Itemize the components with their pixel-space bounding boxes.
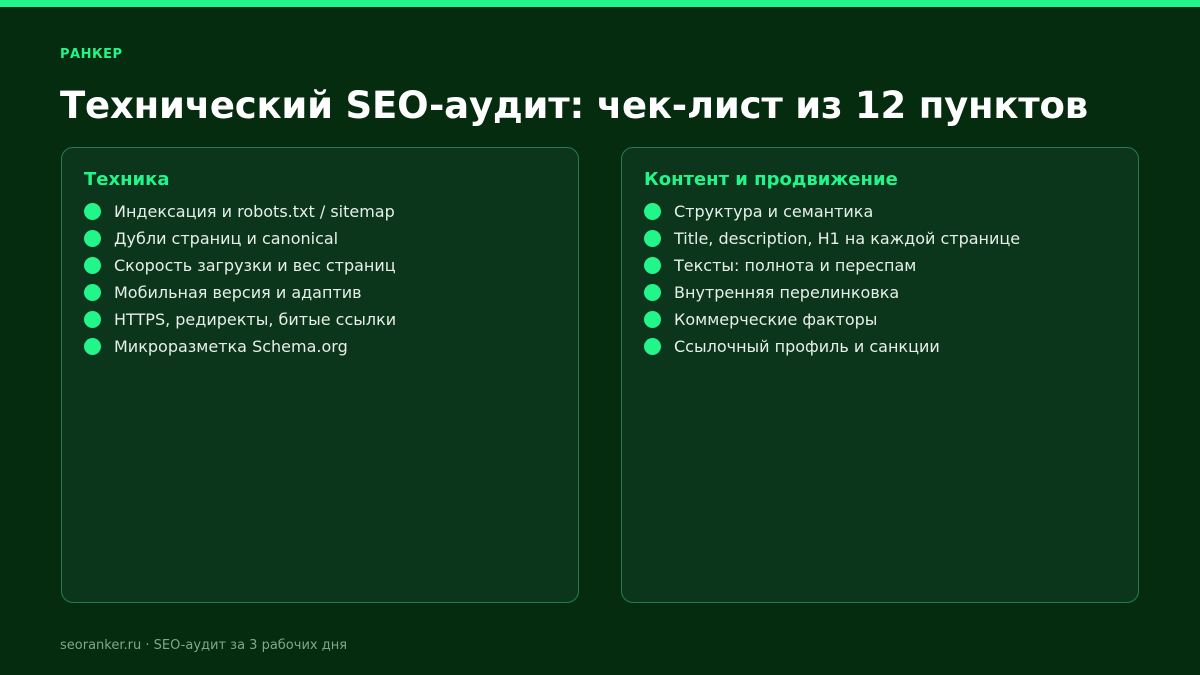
card-content-promotion: Контент и продвижение Структура и семант…: [621, 147, 1139, 603]
checklist-item-text: Индексация и robots.txt / sitemap: [114, 202, 395, 221]
bullet-dot-icon: [84, 338, 101, 355]
checklist-item: Дубли страниц и canonical: [84, 225, 556, 252]
bullet-dot-icon: [84, 230, 101, 247]
bullet-dot-icon: [644, 257, 661, 274]
checklist-item-text: Микроразметка Schema.org: [114, 337, 348, 356]
checklist-item: Структура и семантика: [644, 198, 1116, 225]
top-accent-bar: [0, 0, 1200, 7]
card-heading: Контент и продвижение: [644, 169, 898, 190]
checklist-item-text: Тексты: полнота и переспам: [674, 256, 917, 275]
bullet-dot-icon: [644, 311, 661, 328]
bullet-dot-icon: [84, 311, 101, 328]
checklist-item-text: Ссылочный профиль и санкции: [674, 337, 940, 356]
checklist-item: Коммерческие факторы: [644, 306, 1116, 333]
card-heading: Техника: [84, 169, 170, 190]
checklist-item: Тексты: полнота и переспам: [644, 252, 1116, 279]
bullet-dot-icon: [84, 203, 101, 220]
bullet-dot-icon: [644, 203, 661, 220]
page-title: Технический SEO-аудит: чек-лист из 12 пу…: [60, 84, 1088, 127]
checklist-item-text: Title, description, H1 на каждой страниц…: [674, 229, 1021, 248]
checklist-item: Микроразметка Schema.org: [84, 333, 556, 360]
checklist-item-text: Коммерческие факторы: [674, 310, 878, 329]
bullet-dot-icon: [644, 338, 661, 355]
checklist-item: Внутренняя перелинковка: [644, 279, 1116, 306]
checklist-item-text: Внутренняя перелинковка: [674, 283, 900, 302]
checklist-item: Ссылочный профиль и санкции: [644, 333, 1116, 360]
bullet-dot-icon: [644, 284, 661, 301]
checklist-item: Индексация и robots.txt / sitemap: [84, 198, 556, 225]
checklist-item-text: Структура и семантика: [674, 202, 874, 221]
checklist: Индексация и robots.txt / sitemap Дубли …: [84, 198, 556, 360]
checklist-item-text: HTTPS, редиректы, битые ссылки: [114, 310, 397, 329]
bullet-dot-icon: [644, 230, 661, 247]
checklist-item: HTTPS, редиректы, битые ссылки: [84, 306, 556, 333]
checklist-item: Мобильная версия и адаптив: [84, 279, 556, 306]
checklist-item-text: Скорость загрузки и вес страниц: [114, 256, 396, 275]
checklist-item: Скорость загрузки и вес страниц: [84, 252, 556, 279]
checklist-item: Title, description, H1 на каждой страниц…: [644, 225, 1116, 252]
card-technical: Техника Индексация и robots.txt / sitema…: [61, 147, 579, 603]
bullet-dot-icon: [84, 284, 101, 301]
checklist: Структура и семантика Title, description…: [644, 198, 1116, 360]
footer-note: seoranker.ru · SEO-аудит за 3 рабочих дн…: [60, 638, 348, 653]
bullet-dot-icon: [84, 257, 101, 274]
checklist-item-text: Мобильная версия и адаптив: [114, 283, 362, 302]
checklist-item-text: Дубли страниц и canonical: [114, 229, 339, 248]
brand-label: РАНКЕР: [60, 47, 123, 62]
